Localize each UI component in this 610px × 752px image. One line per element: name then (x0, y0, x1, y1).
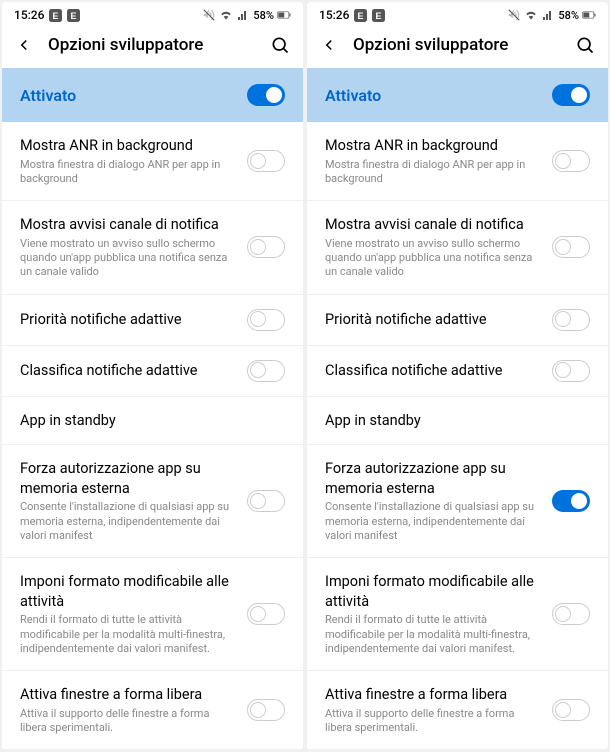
setting-toggle[interactable] (552, 603, 590, 625)
status-bar: 15:26 E E 58% (2, 2, 303, 24)
phone-screen-right: 15:26 E E 58% Opzioni sviluppatore Attivato Mo… (307, 2, 608, 750)
setting-item[interactable]: Mostra ANR in backgroundMostra finestra … (2, 122, 303, 201)
header: Opzioni sviluppatore (307, 24, 608, 68)
svg-text:E: E (70, 10, 76, 20)
setting-item[interactable]: Classifica notifiche adattive (307, 346, 608, 397)
setting-desc: Rendi il formato di tutte le attività mo… (325, 613, 540, 656)
setting-toggle[interactable] (552, 150, 590, 172)
setting-desc: Attiva il supporto delle finestre a form… (325, 707, 540, 736)
setting-desc: Consente l'installazione di qualsiasi ap… (325, 500, 540, 543)
status-time: 15:26 (319, 8, 349, 22)
setting-title: Mostra avvisi canale di notifica (20, 215, 235, 235)
phone-screen-left: 15:26 E E 58% Opzioni sviluppatore Attivato Mo… (2, 2, 303, 750)
header: Opzioni sviluppatore (2, 24, 303, 68)
setting-toggle[interactable] (247, 309, 285, 331)
setting-title: App in standby (20, 411, 285, 431)
status-time: 15:26 (14, 8, 44, 22)
status-bar: 15:26 E E 58% (307, 2, 608, 24)
back-button[interactable] (14, 35, 34, 55)
page-title: Opzioni sviluppatore (353, 35, 560, 55)
setting-title: Priorità notifiche adattive (325, 310, 540, 330)
setting-title: Forza autorizzazione app su memoria este… (325, 459, 540, 498)
setting-toggle[interactable] (247, 490, 285, 512)
setting-title: Attiva finestre a forma libera (325, 685, 540, 705)
setting-title: Forza autorizzazione app su memoria este… (20, 459, 235, 498)
setting-title: Imponi formato modificabile alle attivit… (20, 572, 235, 611)
activated-toggle[interactable] (247, 84, 285, 106)
setting-toggle[interactable] (552, 236, 590, 258)
setting-item[interactable]: Imponi formato modificabile alle attivit… (2, 558, 303, 671)
setting-title: Priorità notifiche adattive (20, 310, 235, 330)
battery-icon (582, 8, 596, 22)
setting-title: Classifica notifiche adattive (325, 361, 540, 381)
setting-desc: Mostra finestra di dialogo ANR per app i… (20, 158, 235, 187)
setting-toggle[interactable] (552, 490, 590, 512)
back-button[interactable] (319, 35, 339, 55)
setting-item[interactable]: App in standby (307, 397, 608, 446)
settings-list: Mostra ANR in backgroundMostra finestra … (307, 122, 608, 750)
activated-label: Attivato (325, 86, 381, 105)
setting-item[interactable]: Mostra avvisi canale di notificaViene mo… (307, 201, 608, 294)
battery-percent: 58% (558, 9, 579, 22)
setting-item[interactable]: Forza autorizzazione app su memoria este… (307, 445, 608, 558)
signal-icon (541, 8, 555, 22)
wifi-icon (219, 8, 233, 22)
battery-percent: 58% (253, 9, 274, 22)
signal-icon (236, 8, 250, 22)
search-button[interactable] (574, 34, 596, 56)
setting-toggle[interactable] (552, 699, 590, 721)
setting-toggle[interactable] (247, 360, 285, 382)
setting-title: Attiva finestre a forma libera (20, 685, 235, 705)
setting-item[interactable]: Forza autorizzazione app su memoria este… (2, 445, 303, 558)
setting-item[interactable]: Classifica notifiche adattive (2, 346, 303, 397)
setting-title: Mostra avvisi canale di notifica (325, 215, 540, 235)
setting-title: Mostra ANR in background (20, 136, 235, 156)
setting-item[interactable]: Imponi formato modificabile alle attivit… (307, 558, 608, 671)
notification-icon: E (48, 8, 62, 22)
setting-toggle[interactable] (247, 603, 285, 625)
setting-item[interactable]: Priorità notifiche adattive (307, 295, 608, 346)
setting-toggle[interactable] (247, 236, 285, 258)
setting-desc: Attiva il supporto delle finestre a form… (20, 707, 235, 736)
activated-row[interactable]: Attivato (307, 68, 608, 122)
activated-toggle[interactable] (552, 84, 590, 106)
setting-desc: Viene mostrato un avviso sullo schermo q… (20, 237, 235, 280)
setting-desc: Mostra finestra di dialogo ANR per app i… (325, 158, 540, 187)
setting-desc: Consente l'installazione di qualsiasi ap… (20, 500, 235, 543)
setting-title: Imponi formato modificabile alle attivit… (325, 572, 540, 611)
notification-icon: E (66, 8, 80, 22)
activated-label: Attivato (20, 86, 76, 105)
setting-item[interactable]: Priorità notifiche adattive (2, 295, 303, 346)
setting-toggle[interactable] (552, 309, 590, 331)
setting-title: Classifica notifiche adattive (20, 361, 235, 381)
setting-item[interactable]: App in standby (2, 397, 303, 446)
notification-icon: E (353, 8, 367, 22)
mute-icon (202, 8, 216, 22)
setting-title: Mostra ANR in background (325, 136, 540, 156)
svg-text:E: E (52, 10, 58, 20)
setting-item[interactable]: Mostra avvisi canale di notificaViene mo… (2, 201, 303, 294)
setting-item[interactable]: Mostra ANR in backgroundMostra finestra … (307, 122, 608, 201)
setting-toggle[interactable] (247, 699, 285, 721)
svg-text:E: E (375, 10, 381, 20)
battery-icon (277, 8, 291, 22)
setting-title: App in standby (325, 411, 590, 431)
settings-list: Mostra ANR in backgroundMostra finestra … (2, 122, 303, 750)
setting-item[interactable]: Attiva finestre a forma liberaAttiva il … (307, 671, 608, 750)
mute-icon (507, 8, 521, 22)
setting-item[interactable]: Attiva finestre a forma liberaAttiva il … (2, 671, 303, 750)
svg-text:E: E (357, 10, 363, 20)
page-title: Opzioni sviluppatore (48, 35, 255, 55)
notification-icon: E (371, 8, 385, 22)
wifi-icon (524, 8, 538, 22)
setting-desc: Viene mostrato un avviso sullo schermo q… (325, 237, 540, 280)
setting-desc: Rendi il formato di tutte le attività mo… (20, 613, 235, 656)
search-button[interactable] (269, 34, 291, 56)
activated-row[interactable]: Attivato (2, 68, 303, 122)
setting-toggle[interactable] (552, 360, 590, 382)
setting-toggle[interactable] (247, 150, 285, 172)
